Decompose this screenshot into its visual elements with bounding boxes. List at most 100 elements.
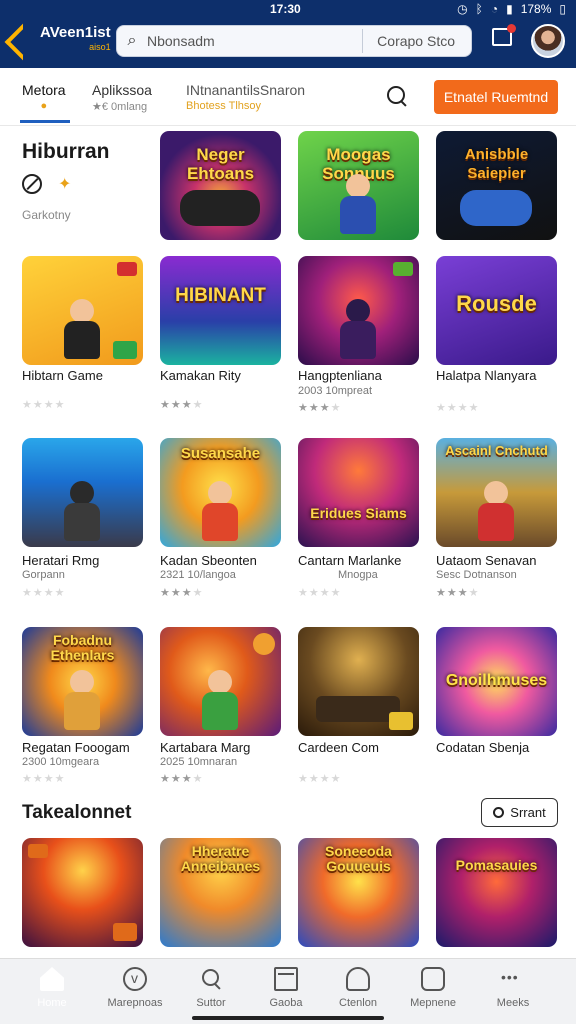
nav-label: Gaoba — [269, 997, 303, 1009]
game-meta: 2321 10/langoa — [160, 569, 236, 581]
search-bar[interactable]: ⌕ Nbonsadm Corapo Stco — [116, 25, 472, 57]
nav-more[interactable]: Meeks — [473, 967, 553, 1009]
game-tile[interactable]: Hheratre Anneibanes — [160, 838, 281, 947]
home-icon — [40, 967, 64, 991]
robot-icon — [421, 967, 445, 991]
search-placeholder[interactable]: Nbonsadm — [147, 33, 362, 49]
logo-subtext: aiso1 — [89, 42, 111, 52]
game-tile[interactable]: Soneeoda Gouueuis — [298, 838, 419, 947]
game-title[interactable]: Codatan Sbenja — [436, 740, 564, 755]
section-button-label: Srrant — [510, 805, 546, 820]
character-icon — [336, 299, 380, 359]
rating-stars: ★★★★ — [22, 399, 66, 411]
game-title[interactable]: Regatan Fooogam — [22, 740, 150, 755]
home-indicator[interactable] — [192, 1016, 384, 1020]
nav-home[interactable]: Home — [12, 967, 92, 1009]
character-icon — [60, 481, 104, 541]
rating-stars: ★★★★ — [22, 773, 66, 785]
wifi-icon: ◔ — [490, 2, 499, 16]
tile-art-text: Anisbble Saiepier — [464, 146, 529, 182]
game-title[interactable]: Hangptenliana — [298, 368, 426, 383]
game-tile[interactable]: HIBINANT — [160, 256, 281, 365]
game-tile[interactable]: Neger Ehtoans — [160, 131, 281, 240]
rating-stars: ★★★★ — [160, 773, 204, 785]
game-title[interactable]: Uataom Senavan — [436, 553, 564, 568]
tab-sub: ★€ 0mlang — [92, 101, 148, 113]
signal-icon: ▮ — [506, 2, 513, 16]
game-title[interactable]: Kartabara Marg — [160, 740, 288, 755]
game-title[interactable]: Cardeen Com — [298, 740, 426, 755]
game-tile[interactable]: Eridues Siams — [298, 438, 419, 547]
tile-art-text: Gnoilhmuses — [445, 672, 548, 689]
game-tile[interactable] — [298, 256, 419, 365]
category-subtitle: Garkotny — [22, 208, 71, 222]
nav-marepnoas[interactable]: Marepnoas — [95, 967, 175, 1009]
app-logo[interactable]: AVeen1ist aiso1 — [10, 24, 111, 52]
game-title[interactable]: Halatpa Nlanyara — [436, 368, 564, 383]
game-meta: 2300 10mgeara — [22, 756, 100, 768]
rating-stars: ★★★★ — [298, 402, 342, 414]
tab-label: Aplikssoa — [92, 82, 152, 98]
logo-text-block: AVeen1ist aiso1 — [40, 24, 111, 52]
tile-art-text: HIBINANT — [175, 285, 266, 306]
search-divider — [362, 29, 364, 53]
tile-badge — [393, 262, 413, 276]
search-icon: ⌕ — [127, 32, 137, 49]
tab-metora[interactable]: Metora ● — [20, 82, 70, 123]
game-tile[interactable] — [298, 627, 419, 736]
game-tile[interactable] — [22, 256, 143, 365]
nav-label: Mepnene — [410, 997, 456, 1009]
game-tile[interactable]: Moogas Sonnuus — [298, 131, 419, 240]
tile-art-text: Fobadnu Ethenlars — [50, 632, 115, 663]
game-tile[interactable] — [160, 627, 281, 736]
weapon-icon — [316, 696, 400, 722]
tab-search-icon[interactable] — [386, 85, 408, 107]
block-icon[interactable] — [22, 174, 42, 194]
nav-suttor[interactable]: Suttor — [171, 967, 251, 1009]
search-filter-dropdown[interactable]: Corapo Stco — [377, 33, 471, 49]
rating-stars: ★★★★ — [22, 587, 66, 599]
game-tile[interactable]: Anisbble Saiepier — [436, 131, 557, 240]
section-title: Takealonnet — [22, 802, 132, 823]
tile-art — [436, 838, 557, 947]
game-title[interactable]: Hibtarn Game — [22, 368, 150, 383]
tile-art-text: Rousde — [456, 291, 537, 316]
sparkle-icon[interactable]: ✦ — [58, 174, 71, 194]
tile-badge — [253, 633, 275, 655]
game-tile[interactable]: Rousde — [436, 256, 557, 365]
status-icons: ◷ ᛒ ◔ ▮ 178% ▯ — [457, 2, 566, 16]
avatar[interactable] — [531, 24, 565, 58]
game-title[interactable]: Kamakan Rity — [160, 368, 288, 383]
battery-icon: ▯ — [559, 2, 566, 16]
game-tile[interactable]: Gnoilhmuses — [436, 627, 557, 736]
section-search-button[interactable]: Srrant — [481, 798, 558, 827]
notification-icon[interactable] — [492, 24, 516, 46]
tile-badge — [389, 712, 413, 730]
nav-ctenlon[interactable]: Ctenlon — [318, 967, 398, 1009]
tab-intnanantils[interactable]: INtnanantilsSnaron Bhotess Tlhsoy — [186, 82, 305, 112]
game-title[interactable]: Heratari Rmg — [22, 553, 150, 568]
box-icon — [274, 967, 298, 991]
tile-badge — [113, 923, 137, 941]
game-tile[interactable] — [22, 838, 143, 947]
category-title: Hiburran — [22, 140, 110, 163]
tile-art-text: Eridues Siams — [310, 505, 407, 521]
game-tile[interactable]: Susansahe — [160, 438, 281, 547]
character-icon — [474, 481, 518, 541]
game-title[interactable]: Cantarn Marlanke — [298, 553, 426, 568]
nav-mepnene[interactable]: Mepnene — [393, 967, 473, 1009]
bluetooth-icon: ᛒ — [475, 2, 483, 16]
game-tile[interactable]: Ascainl Cnchutd — [436, 438, 557, 547]
game-tile[interactable]: Pomasauies — [436, 838, 557, 947]
tile-art — [160, 256, 281, 365]
logo-text: AVeen1ist — [40, 24, 111, 41]
game-title[interactable]: Kadan Sbeonten — [160, 553, 288, 568]
rating-stars: ★★★★ — [298, 773, 342, 785]
nav-gaoba[interactable]: Gaoba — [246, 967, 326, 1009]
circle-v-icon — [123, 967, 147, 991]
game-tile[interactable]: Fobadnu Ethenlars — [22, 627, 143, 736]
tab-sub: ● — [40, 100, 48, 112]
game-tile[interactable] — [22, 438, 143, 547]
cta-button[interactable]: Etnatel Ruemtnd — [434, 80, 558, 114]
tab-aplikssoa[interactable]: Aplikssoa ★€ 0mlang — [92, 82, 152, 113]
